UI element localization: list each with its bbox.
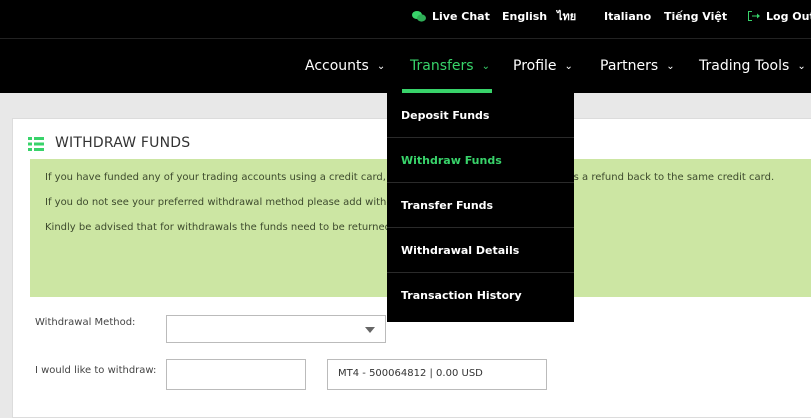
- withdrawal-method-select[interactable]: [166, 315, 386, 343]
- account-select[interactable]: MT4 - 500064812 | 0.00 USD: [327, 359, 547, 390]
- nav-partners-label: Partners: [600, 58, 659, 74]
- withdraw-amount-input[interactable]: [166, 359, 306, 390]
- transfers-dropdown-menu: Deposit Funds Withdraw Funds Transfer Fu…: [387, 93, 574, 322]
- chevron-down-icon: ⌄: [481, 61, 490, 72]
- menu-item-transfer-funds[interactable]: Transfer Funds: [387, 183, 574, 228]
- chat-icon: [412, 10, 426, 22]
- withdrawal-method-label: Withdrawal Method:: [35, 317, 136, 328]
- lang-english-link[interactable]: English: [502, 0, 547, 34]
- nav-accounts[interactable]: Accounts ⌄: [305, 39, 385, 94]
- nav-transfers[interactable]: Transfers ⌄: [410, 39, 490, 94]
- menu-item-deposit-funds[interactable]: Deposit Funds: [387, 93, 574, 138]
- page-title: WITHDRAW FUNDS: [28, 135, 191, 151]
- lang-vietnamese-link[interactable]: Tiếng Việt: [664, 0, 727, 34]
- lang-thai-link[interactable]: ไทย: [557, 0, 576, 34]
- nav-accounts-label: Accounts: [305, 58, 369, 74]
- chevron-down-icon: ⌄: [666, 61, 675, 72]
- menu-item-withdrawal-details[interactable]: Withdrawal Details: [387, 228, 574, 273]
- list-icon: [28, 137, 44, 151]
- top-bar: Live Chat English ไทย Italiano Tiếng Việ…: [0, 0, 811, 38]
- page-title-text: WITHDRAW FUNDS: [55, 135, 191, 151]
- lang-italian-link[interactable]: Italiano: [604, 0, 651, 34]
- live-chat-label: Live Chat: [432, 10, 490, 23]
- chevron-down-icon: ⌄: [376, 61, 386, 72]
- chevron-down-icon: ⌄: [797, 61, 806, 72]
- nav-trading-tools-label: Trading Tools: [699, 58, 790, 74]
- nav-transfers-label: Transfers: [410, 58, 474, 74]
- nav-partners[interactable]: Partners ⌄: [600, 39, 675, 94]
- menu-item-withdraw-funds[interactable]: Withdraw Funds: [387, 138, 574, 183]
- logout-icon: [748, 11, 760, 21]
- nav-profile[interactable]: Profile ⌄: [513, 39, 573, 94]
- nav-profile-label: Profile: [513, 58, 557, 74]
- menu-item-transaction-history[interactable]: Transaction History: [387, 273, 574, 318]
- withdraw-amount-label: I would like to withdraw:: [35, 365, 157, 376]
- logout-link[interactable]: Log Out: [747, 0, 811, 34]
- chevron-down-icon: ⌄: [564, 61, 573, 72]
- logout-label: Log Out: [766, 10, 811, 23]
- nav-trading-tools[interactable]: Trading Tools ⌄: [699, 39, 806, 94]
- caret-down-icon: [365, 327, 375, 333]
- main-nav: Accounts ⌄ Transfers ⌄ Profile ⌄ Partners ⌄ …: [0, 38, 811, 93]
- live-chat-link[interactable]: Live Chat: [412, 0, 490, 34]
